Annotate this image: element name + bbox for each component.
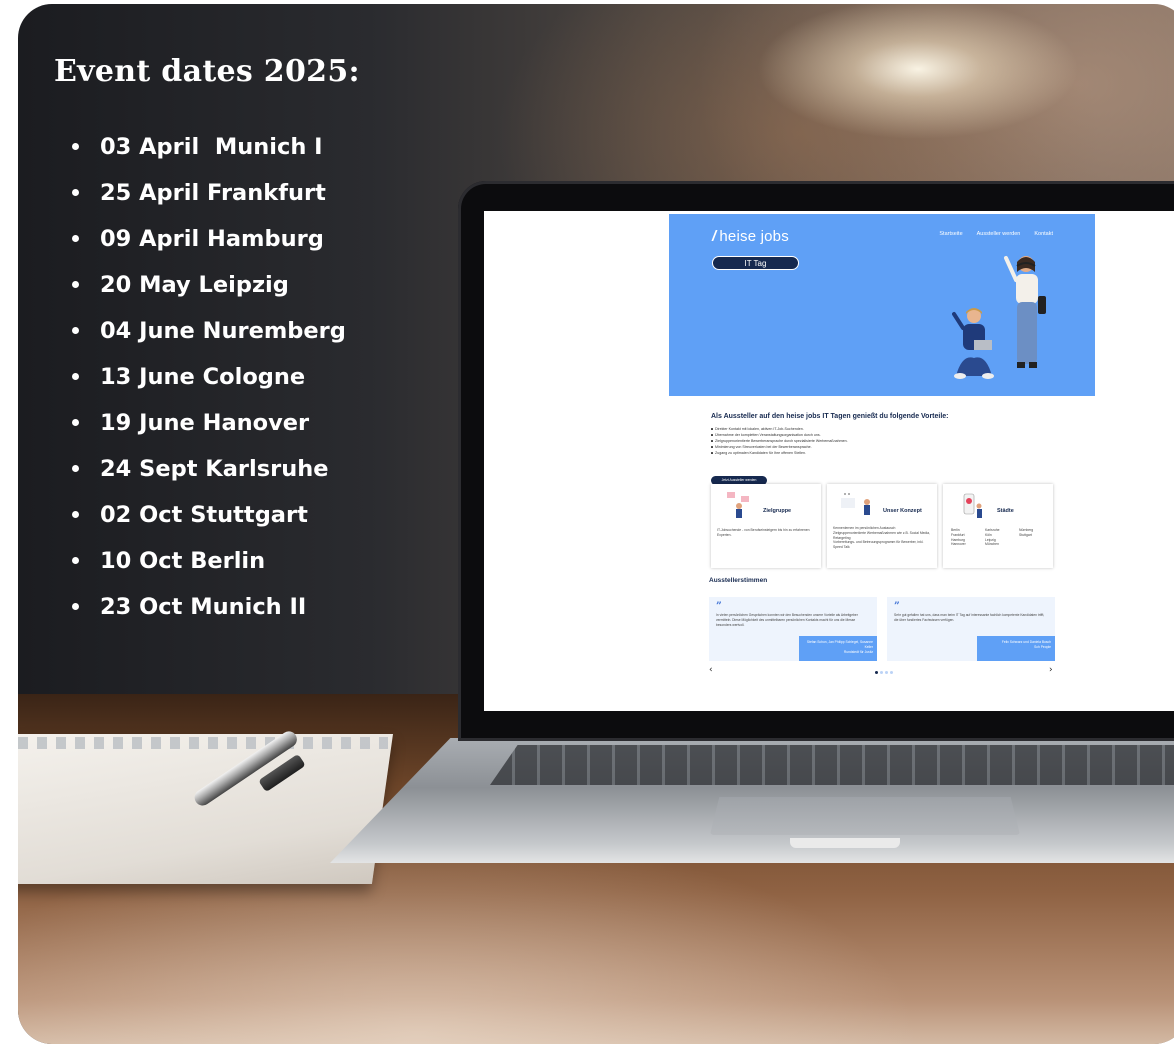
card-title: Städte — [997, 508, 1014, 514]
bullet-icon — [72, 465, 79, 472]
event-date-item: 03 April Munich I — [72, 124, 346, 170]
testimonial-author: Felix Schwarz und Daniela Busch Sch Peop… — [977, 636, 1055, 661]
standing-woman-illustration — [1004, 256, 1046, 368]
it-tag-badge: IT Tag — [712, 256, 799, 270]
event-dates-heading: Event dates 2025: — [54, 54, 360, 89]
carousel-next-icon[interactable]: › — [1049, 665, 1053, 675]
quote-icon: ” — [894, 601, 900, 612]
event-date-item: 20 May Leipzig — [72, 262, 346, 308]
bullet-icon — [72, 511, 79, 518]
benefits-list: Direkter Kontakt mit lokalen, aktiven IT… — [711, 426, 848, 456]
laptop-keyboard — [490, 745, 1174, 785]
testimonial-card: ” Sehr gut gefallen hat uns, dass man be… — [887, 597, 1055, 661]
carousel-prev-icon[interactable]: ‹ — [709, 665, 713, 675]
carousel-dots — [875, 671, 893, 674]
quote-icon: ” — [716, 601, 722, 612]
notebook-spiral — [18, 737, 388, 749]
bullet-icon — [72, 373, 79, 380]
heise-jobs-website: / heise jobs IT Tag Startseite Aussteller… — [669, 214, 1095, 684]
carousel-dot[interactable] — [875, 671, 878, 674]
event-date-item: 10 Oct Berlin — [72, 538, 346, 584]
testimonial-text: Sehr gut gefallen hat uns, dass man beim… — [894, 613, 1045, 622]
map-pin-icon — [963, 493, 982, 518]
card-staedte: Städte Berlin Frankfurt Hamburg Hannover… — [943, 484, 1053, 568]
nav-kontakt[interactable]: Kontakt — [1034, 231, 1053, 237]
event-date-item: 25 April Frankfurt — [72, 170, 346, 216]
card-zielgruppe: Zielgruppe IT-Jobsuchende - von Berufsei… — [711, 484, 821, 568]
concept-icon — [841, 493, 870, 515]
city-column: Berlin Frankfurt Hamburg Hannover — [951, 528, 981, 547]
bullet-icon — [72, 281, 79, 288]
city-item: Hannover — [951, 542, 966, 547]
card-title: Unser Konzept — [883, 508, 922, 514]
event-date-item: 13 June Cologne — [72, 354, 346, 400]
nav-startseite[interactable]: Startseite — [939, 231, 962, 237]
testimonial-card: ” In vielen persönlichen Gesprächen konn… — [709, 597, 877, 661]
carousel-dot[interactable] — [885, 671, 888, 674]
event-dates-list: 03 April Munich I 25 April Frankfurt 09 … — [72, 124, 346, 630]
hero-banner: / heise jobs IT Tag Startseite Aussteller… — [669, 214, 1095, 396]
city-column: Nürnberg Stuttgart — [1019, 528, 1049, 538]
event-date-item: 23 Oct Munich II — [72, 584, 346, 630]
nav-aussteller-werden[interactable]: Aussteller werden — [977, 231, 1021, 237]
laptop-screen: / heise jobs IT Tag Startseite Aussteller… — [484, 211, 1174, 711]
site-nav: Startseite Aussteller werden Kontakt — [939, 231, 1053, 237]
bullet-icon — [72, 143, 79, 150]
card-text: IT-Jobsuchende - von Berufseinsteigern b… — [717, 528, 810, 537]
bullet-icon — [72, 603, 79, 610]
event-date-item: 09 April Hamburg — [72, 216, 346, 262]
benefits-heading: Als Aussteller auf den heise jobs IT Tag… — [711, 413, 949, 420]
testimonial-author: Stefan Schon, Jan Philipp Schlegel, Susa… — [799, 636, 877, 661]
laptop-notch — [790, 838, 900, 848]
carousel-dot[interactable] — [880, 671, 883, 674]
card-text: Kennenlernen im persönlichen Austausch Z… — [833, 526, 930, 550]
event-date-item: 04 June Nuremberg — [72, 308, 346, 354]
card-title: Zielgruppe — [763, 508, 792, 514]
event-date-item: 02 Oct Stuttgart — [72, 492, 346, 538]
city-item: Stuttgart — [1019, 532, 1032, 537]
benefit-item: Zugang zu optimalen Kandidaten für Ihre … — [711, 450, 848, 456]
testimonial-text: In vielen persönlichen Gesprächen konnte… — [716, 613, 858, 627]
bullet-icon — [72, 557, 79, 564]
city-item: München — [985, 542, 999, 547]
bullet-icon — [72, 189, 79, 196]
event-date-item: 19 June Hanover — [72, 400, 346, 446]
sitting-man-illustration — [952, 308, 994, 379]
city-column: Karlsruhe Köln Leipzig München — [985, 528, 1015, 547]
target-group-icon — [727, 492, 749, 518]
laptop-trackpad — [710, 797, 1020, 835]
heise-jobs-logo[interactable]: / heise jobs — [712, 228, 789, 245]
bullet-icon — [72, 327, 79, 334]
event-date-item: 24 Sept Karlsruhe — [72, 446, 346, 492]
bullet-icon — [72, 235, 79, 242]
bullet-icon — [72, 419, 79, 426]
carousel-dot[interactable] — [890, 671, 893, 674]
testimonials-heading: Ausstellerstimmen — [709, 577, 768, 584]
card-unser-konzept: Unser Konzept Kennenlernen im persönlich… — [827, 484, 937, 568]
